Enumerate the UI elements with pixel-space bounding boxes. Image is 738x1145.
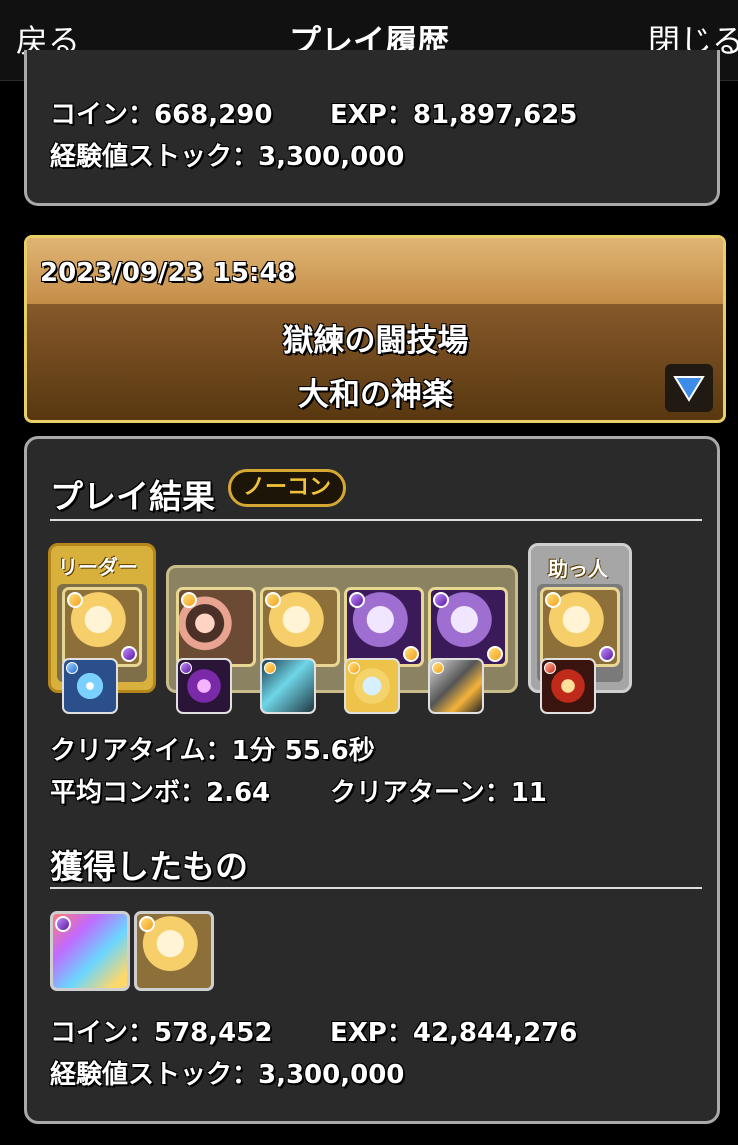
dark-attribute-icon [180, 662, 192, 674]
light-attribute-icon [265, 592, 281, 608]
leader-monster-icon[interactable] [62, 587, 142, 667]
light-subattribute-icon [403, 646, 419, 662]
clear-time-text: クリアタイム：1分 55.6秒 [50, 736, 375, 766]
entry-datetime: 2023/09/23 15:48 [40, 258, 296, 288]
no-continue-badge: ノーコン [228, 469, 346, 507]
result-divider [50, 519, 702, 521]
leader-assist-icon[interactable] [62, 658, 118, 714]
light-attribute-icon [264, 662, 276, 674]
helper-monster-icon[interactable] [540, 587, 620, 667]
light-attribute-icon [139, 916, 155, 932]
rewards-divider [50, 887, 702, 889]
dark-subattribute-icon [599, 646, 615, 662]
reward-exp-text: EXP：42,844,276 [330, 1018, 578, 1048]
light-attribute-icon [432, 662, 444, 674]
light-attribute-icon [181, 592, 197, 608]
fire-attribute-icon [544, 662, 556, 674]
dark-attribute-icon [349, 592, 365, 608]
sub-4-assist-icon[interactable] [428, 658, 484, 714]
prev-coin-text: コイン：668,290 [50, 100, 273, 130]
sub-monster-4-icon[interactable] [428, 587, 508, 667]
reward-exp-stock-text: 経験値ストック：3,300,000 [50, 1060, 405, 1090]
light-attribute-icon [348, 662, 360, 674]
result-section-title: プレイ結果 [50, 477, 215, 516]
floor-name: 大和の神楽 [298, 377, 453, 413]
dungeon-name: 獄練の闘技場 [282, 323, 469, 359]
dark-subattribute-icon [121, 646, 137, 662]
prev-exp-stock-text: 経験値ストック：3,300,000 [50, 142, 405, 172]
avg-combo-text: 平均コンボ：2.64 [50, 778, 271, 808]
helper-assist-icon[interactable] [540, 658, 596, 714]
light-subattribute-icon [487, 646, 503, 662]
sub-monster-3-icon[interactable] [344, 587, 424, 667]
sub-2-assist-icon[interactable] [260, 658, 316, 714]
dark-attribute-icon [433, 592, 449, 608]
water-attribute-icon [66, 662, 78, 674]
helper-label: 助っ人 [548, 557, 608, 581]
reward-monster-1-icon[interactable] [50, 911, 130, 991]
sub-1-assist-icon[interactable] [176, 658, 232, 714]
light-attribute-icon [545, 592, 561, 608]
reward-coin-text: コイン：578,452 [50, 1018, 273, 1048]
rewards-section-title: 獲得したもの [50, 847, 248, 886]
sub-3-assist-icon[interactable] [344, 658, 400, 714]
prev-exp-text: EXP：81,897,625 [330, 100, 578, 130]
leader-label: リーダー [58, 555, 138, 579]
light-attribute-icon [67, 592, 83, 608]
sub-monster-1-icon[interactable] [176, 587, 256, 667]
sub-monster-2-icon[interactable] [260, 587, 340, 667]
clear-turns-text: クリアターン：11 [330, 778, 547, 808]
reward-monster-2-icon[interactable] [134, 911, 214, 991]
dark-attribute-icon [55, 916, 71, 932]
